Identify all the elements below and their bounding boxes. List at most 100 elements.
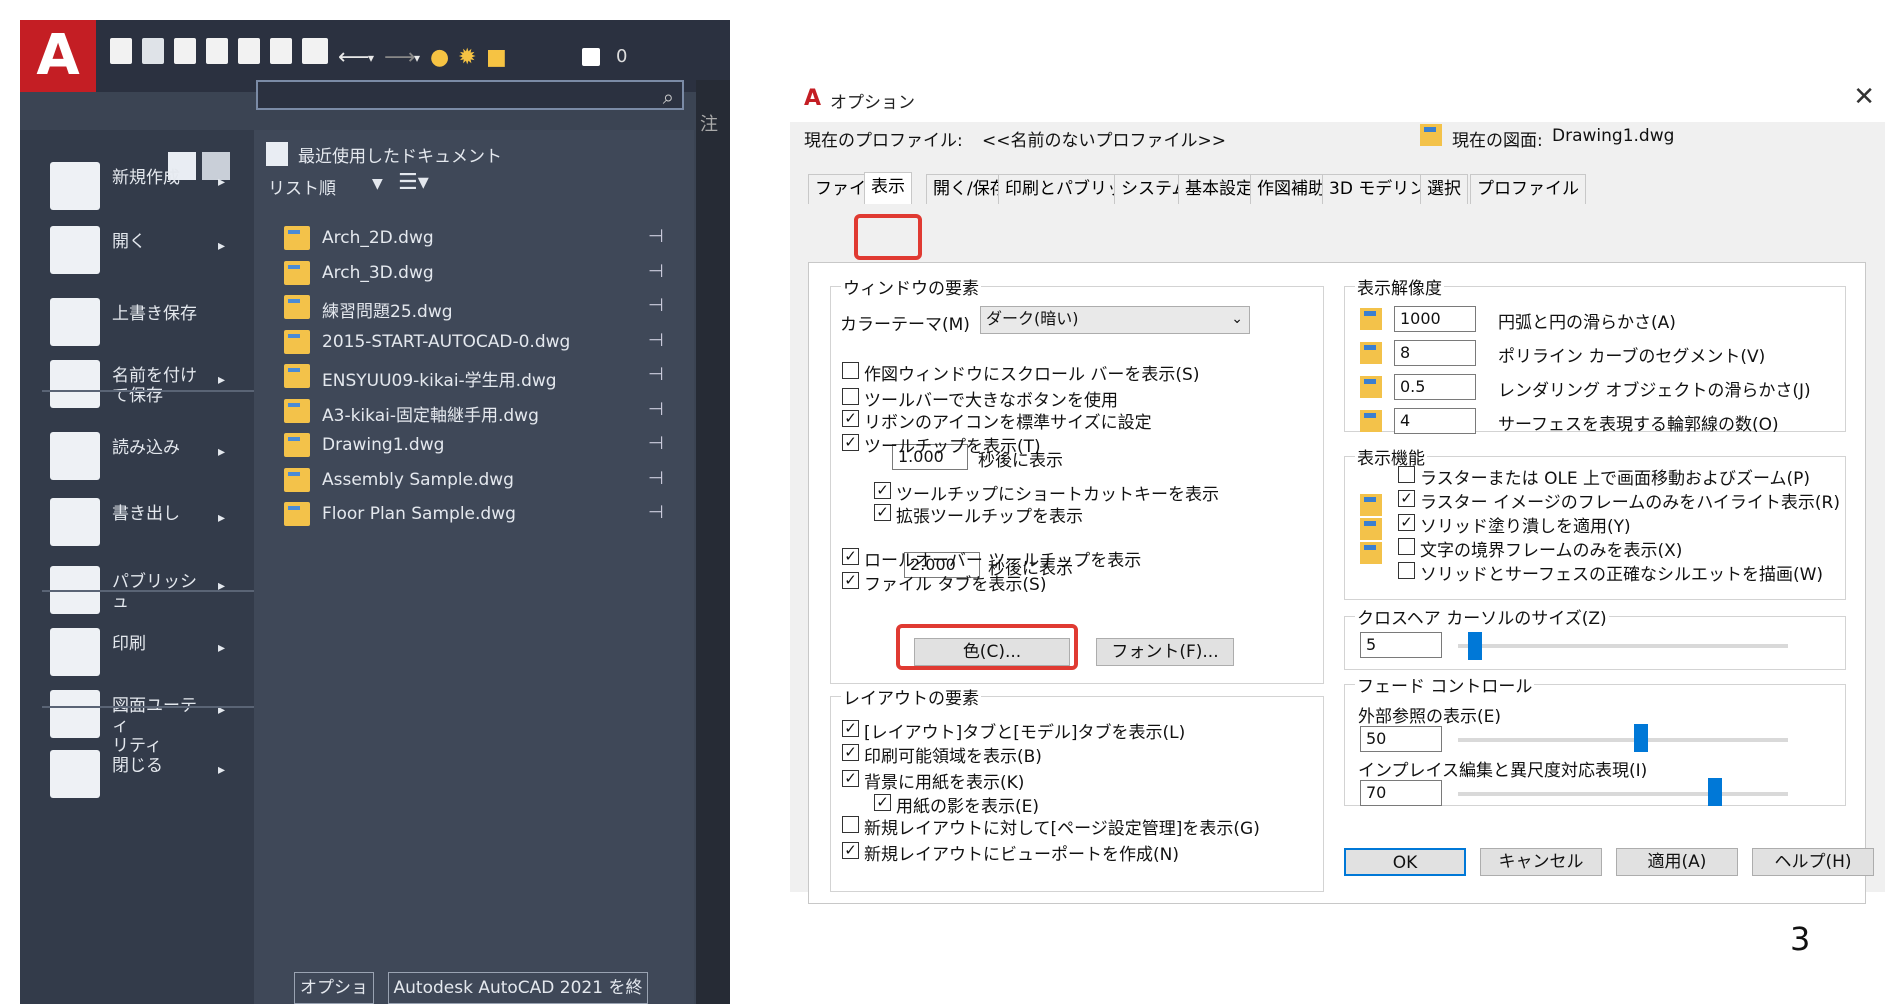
close-icon[interactable]: ✕	[1853, 82, 1875, 112]
xref-fade-input[interactable]: 50	[1360, 726, 1442, 752]
recent-file-item[interactable]: 練習問題25.dwg ⊣	[284, 291, 674, 325]
resolution-input[interactable]: 1000	[1394, 306, 1476, 332]
pin-icon[interactable]: ⊣	[648, 399, 664, 420]
xref-fade-slider-track[interactable]	[1458, 738, 1788, 742]
chevron-right-icon: ▸	[218, 640, 226, 656]
ok-button[interactable]: OK	[1344, 848, 1466, 876]
pin-icon[interactable]: ⊣	[648, 261, 664, 282]
nav-item-new-file[interactable]: 新規作成 ▸	[20, 150, 254, 220]
recent-file-item[interactable]: Floor Plan Sample.dwg ⊣	[284, 498, 674, 532]
raster-ole-pan-checkbox[interactable]	[1398, 466, 1415, 483]
redo-dropdown-icon[interactable]: ▾	[414, 48, 420, 68]
nav-item-close-file[interactable]: 閉じる ▸	[20, 738, 254, 808]
plot-icon[interactable]	[302, 38, 328, 64]
exit-autocad-button[interactable]: Autodesk AutoCAD 2021 を終了	[388, 972, 648, 1004]
nav-item-label: 印刷	[112, 634, 146, 654]
recent-file-item[interactable]: A3-kikai-固定軸継手用.dwg ⊣	[284, 395, 674, 429]
chevron-right-icon: ▸	[218, 702, 226, 718]
fonts-button[interactable]: フォント(F)...	[1096, 638, 1234, 666]
scrollbar-checkbox[interactable]	[842, 362, 859, 379]
resolution-input[interactable]: 8	[1394, 340, 1476, 366]
crosshair-slider-track[interactable]	[1458, 644, 1788, 648]
lock-icon[interactable]: ■	[486, 47, 507, 69]
recent-file-item[interactable]: ENSYUU09-kikai-学生用.dwg ⊣	[284, 360, 674, 394]
rollover-tooltips-checkbox[interactable]: ✓	[842, 548, 859, 565]
crosshair-slider-thumb[interactable]	[1467, 632, 1482, 660]
inplace-fade-slider-track[interactable]	[1458, 792, 1788, 796]
tab-6[interactable]: 作図補助	[1250, 174, 1332, 204]
page-setup-manager-checkbox[interactable]	[842, 816, 859, 833]
export-icon[interactable]	[270, 38, 292, 64]
layout-model-tabs-checkbox[interactable]: ✓	[842, 720, 859, 737]
tab-9[interactable]: プロファイル	[1470, 174, 1586, 204]
tab-5[interactable]: 基本設定	[1178, 174, 1260, 204]
pin-icon[interactable]: ⊣	[648, 330, 664, 351]
save-as-icon[interactable]	[206, 38, 228, 64]
nav-item-import[interactable]: 読み込み ▸	[20, 420, 254, 490]
recent-file-item[interactable]: Arch_2D.dwg ⊣	[284, 222, 674, 256]
paper-background-label: 背景に用紙を表示(K)	[864, 773, 1025, 793]
pin-icon[interactable]: ⊣	[648, 468, 664, 489]
paper-background-checkbox[interactable]: ✓	[842, 770, 859, 787]
create-viewport-checkbox[interactable]: ✓	[842, 842, 859, 859]
paper-shadow-checkbox[interactable]: ✓	[874, 794, 891, 811]
undo-dropdown-icon[interactable]: ▾	[368, 48, 374, 68]
solid-silhouette-checkbox[interactable]	[1398, 562, 1415, 579]
large-buttons-checkbox[interactable]	[842, 388, 859, 405]
search-input[interactable]: ⌕	[256, 80, 684, 110]
create-viewport-label: 新規レイアウトにビューポートを作成(N)	[864, 845, 1179, 865]
inplace-fade-input[interactable]: 70	[1360, 780, 1442, 806]
solid-fill-checkbox[interactable]: ✓	[1398, 514, 1415, 531]
nav-item-open-folder[interactable]: 開く ▸	[20, 214, 254, 284]
help-button[interactable]: ヘルプ(H)	[1752, 848, 1874, 876]
pin-icon[interactable]: ⊣	[648, 226, 664, 247]
color-swatch-icon[interactable]	[582, 48, 600, 66]
undo-icon[interactable]: ⟵	[338, 47, 370, 69]
nav-item-save[interactable]: 上書き保存	[20, 286, 254, 356]
save-icon[interactable]	[174, 38, 196, 64]
inplace-fade-slider-thumb[interactable]	[1707, 778, 1722, 806]
list-view-icon[interactable]: ☰▾	[398, 170, 429, 195]
resolution-input[interactable]: 4	[1394, 408, 1476, 434]
crosshair-size-input[interactable]: 5	[1360, 632, 1442, 658]
shortcut-keys-checkbox[interactable]: ✓	[874, 482, 891, 499]
sun-icon[interactable]: ✹	[458, 47, 476, 69]
open-icon[interactable]	[142, 38, 164, 64]
tab-1[interactable]: 表示	[864, 172, 912, 204]
resolution-input[interactable]: 0.5	[1394, 374, 1476, 400]
extended-tooltips-checkbox[interactable]: ✓	[874, 504, 891, 521]
pin-icon[interactable]: ⊣	[648, 502, 664, 523]
cancel-button[interactable]: キャンセル	[1480, 848, 1602, 876]
redo-icon[interactable]: ⟶	[384, 47, 416, 69]
options-button[interactable]: オプション	[294, 972, 374, 1004]
recent-file-item[interactable]: Assembly Sample.dwg ⊣	[284, 464, 674, 498]
printable-area-checkbox[interactable]: ✓	[842, 744, 859, 761]
dwg-file-icon	[284, 260, 310, 285]
nav-item-print[interactable]: 印刷 ▸	[20, 616, 254, 686]
recent-file-item[interactable]: Arch_3D.dwg ⊣	[284, 257, 674, 291]
pin-icon[interactable]: ⊣	[648, 364, 664, 385]
resolution-label: ポリライン カーブのセグメント(V)	[1498, 347, 1766, 367]
recent-file-item[interactable]: Drawing1.dwg ⊣	[284, 429, 674, 463]
text-boundary-frame-checkbox[interactable]	[1398, 538, 1415, 555]
ribbon-icons-checkbox[interactable]: ✓	[842, 410, 859, 427]
file-tabs-checkbox[interactable]: ✓	[842, 572, 859, 589]
pin-icon[interactable]: ⊣	[648, 433, 664, 454]
publish-icon[interactable]	[238, 38, 260, 64]
apply-button[interactable]: 適用(A)	[1616, 848, 1738, 876]
sort-dropdown-icon[interactable]: ▼	[372, 176, 383, 192]
nav-item-save-as[interactable]: 名前を付け て保存 ▸	[20, 348, 254, 418]
new-icon[interactable]	[110, 38, 132, 64]
autocad-logo-button[interactable]: A	[20, 20, 96, 92]
lightbulb-icon[interactable]: ●	[430, 47, 449, 69]
color-theme-select[interactable]: ダーク(暗い) ⌄	[980, 306, 1250, 334]
xref-fade-slider-thumb[interactable]	[1634, 724, 1649, 752]
nav-item-export[interactable]: 書き出し ▸	[20, 486, 254, 556]
recent-file-item[interactable]: 2015-START-AUTOCAD-0.dwg ⊣	[284, 326, 674, 360]
nav-item-publish[interactable]: パブリッシュ ▸	[20, 554, 254, 624]
new-file-icon	[50, 162, 100, 210]
raster-frame-highlight-checkbox[interactable]: ✓	[1398, 490, 1415, 507]
pin-icon[interactable]: ⊣	[648, 295, 664, 316]
tab-8[interactable]: 選択	[1420, 174, 1468, 204]
tooltips-checkbox[interactable]: ✓	[842, 434, 859, 451]
